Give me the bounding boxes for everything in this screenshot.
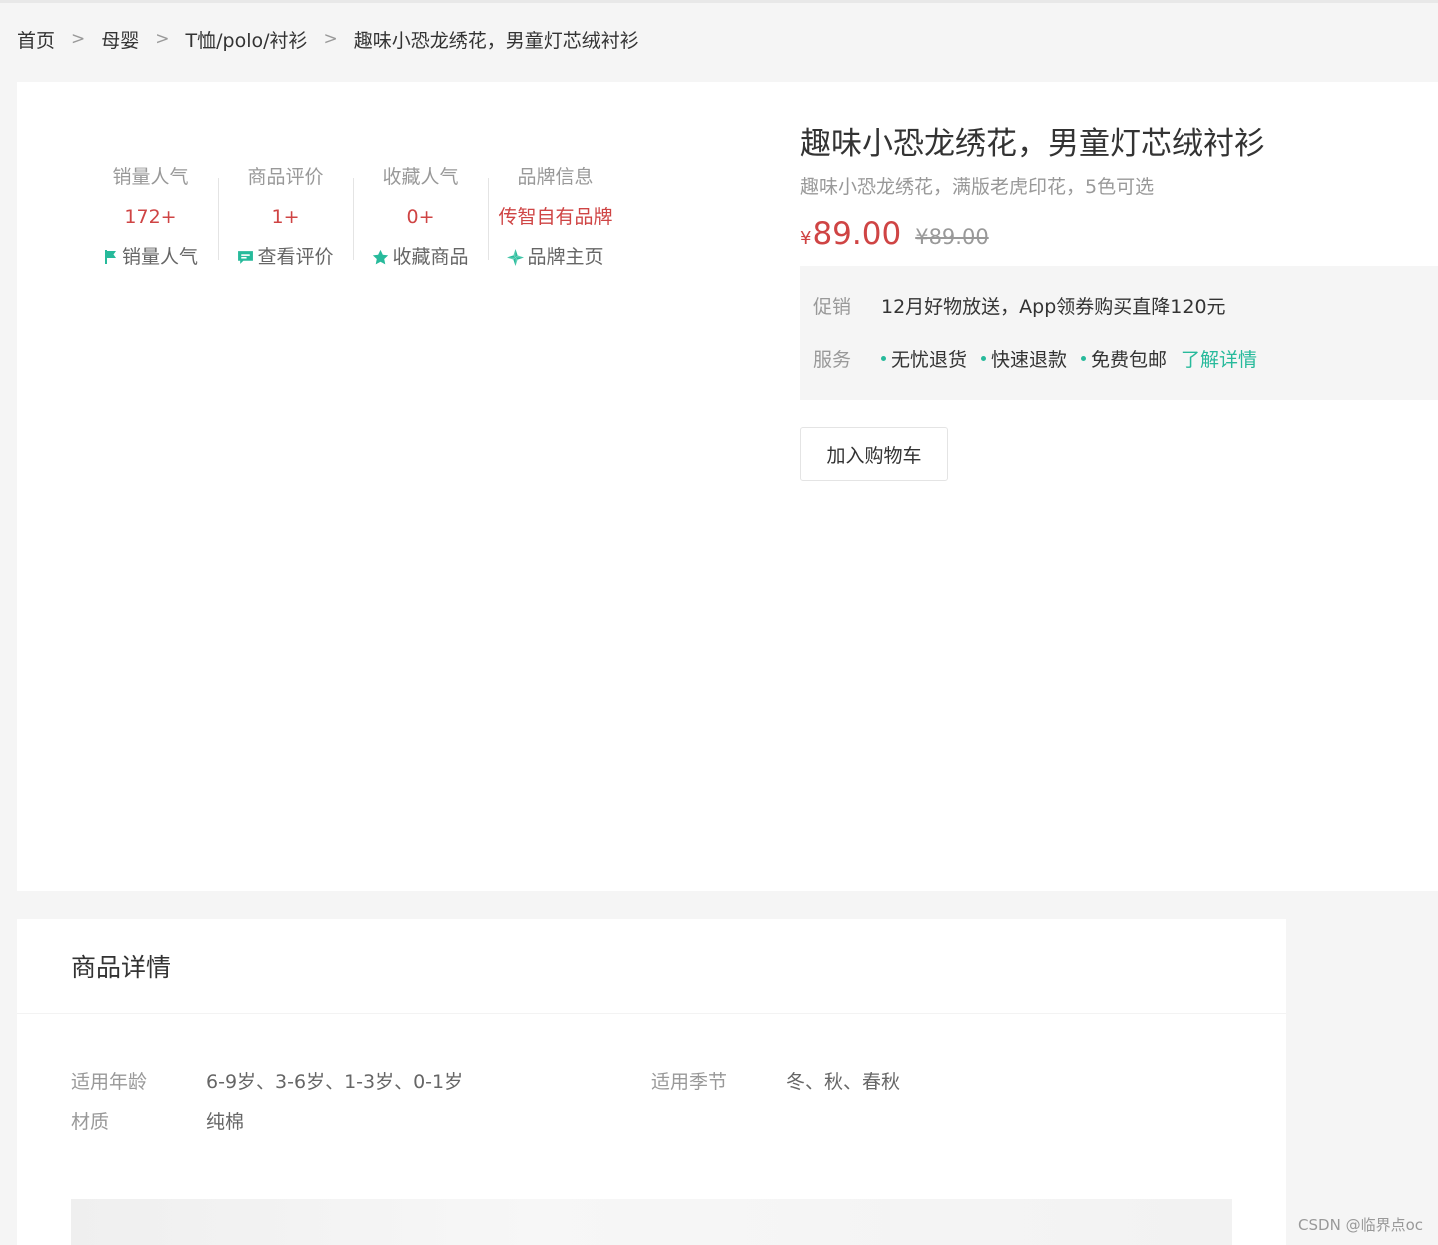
detail-title: 商品详情 [17, 919, 1286, 1014]
attr-name: 材质 [71, 1111, 110, 1133]
stat-value: 1+ [271, 206, 300, 228]
bullet-icon [981, 356, 987, 361]
goods-detail-panel: 商品详情 适用年龄 6-9岁、3-6岁、1-3岁、0-1岁 适用季节 冬、秋、春… [17, 919, 1286, 1245]
stat-link-label: 品牌主页 [527, 246, 604, 268]
stat-value: 传智自有品牌 [498, 206, 613, 228]
attr-value: 6-9岁、3-6岁、1-3岁、0-1岁 [206, 1071, 464, 1093]
promotion-row: 促销 12月好物放送，App领券购买直降120元 [813, 292, 1226, 319]
brand-icon [507, 248, 525, 266]
breadcrumb-category[interactable]: 母婴 [101, 26, 139, 53]
product-description: 趣味小恐龙绣花，满版老虎印花，5色可选 [800, 176, 1155, 198]
price-row: ¥89.00 ¥89.00 [800, 216, 1438, 252]
attr-name: 适用年龄 [71, 1071, 148, 1093]
stat-link-label: 销量人气 [121, 246, 198, 268]
breadcrumb-separator: > [323, 29, 338, 49]
promotion-box: 促销 12月好物放送，App领券购买直降120元 服务 无忧退货 快速退款 免费… [800, 266, 1438, 400]
goods-stats: 销量人气 172+ 销量人气 商品评价 1+ 查看评价 收藏人气 0+ 收藏商品… [83, 164, 623, 270]
attr-row: 适用年龄 6-9岁、3-6岁、1-3岁、0-1岁 [71, 1067, 463, 1094]
service-row: 服务 无忧退货 快速退款 免费包邮 了解详情 [813, 345, 1257, 372]
promotion-text: 12月好物放送，App领券购买直降120元 [881, 296, 1226, 318]
current-price: ¥89.00 [800, 216, 901, 252]
attr-row: 材质 纯棉 [71, 1107, 244, 1134]
service-item: 无忧退货 [881, 345, 967, 372]
stat-label: 品牌信息 [517, 166, 594, 188]
attr-value: 纯棉 [206, 1111, 245, 1133]
breadcrumb-current: 趣味小恐龙绣花，男童灯芯绒衬衫 [353, 29, 639, 52]
service-item: 免费包邮 [1081, 345, 1167, 372]
promotion-label: 促销 [813, 296, 852, 318]
stat-label: 收藏人气 [382, 166, 459, 188]
attr-name: 适用季节 [651, 1071, 728, 1093]
breadcrumb-home[interactable]: 首页 [17, 26, 55, 53]
attr-row: 适用季节 冬、秋、春秋 [651, 1067, 900, 1094]
service-item-label: 无忧退货 [891, 349, 968, 371]
stat-link-brand[interactable]: 品牌主页 [488, 244, 623, 270]
stat-brand: 品牌信息 传智自有品牌 品牌主页 [488, 164, 623, 270]
flag-icon [104, 250, 116, 264]
stat-value: 172+ [124, 206, 177, 228]
comment-icon [238, 250, 254, 264]
product-title: 趣味小恐龙绣花，男童灯芯绒衬衫 [800, 126, 1265, 162]
original-price: ¥89.00 [915, 225, 989, 249]
star-icon [373, 249, 389, 264]
stat-favorites: 收藏人气 0+ 收藏商品 [353, 164, 488, 270]
service-label: 服务 [813, 349, 852, 371]
service-item: 快速退款 [981, 345, 1067, 372]
stat-link-label: 查看评价 [257, 246, 334, 268]
stat-link-sales[interactable]: 销量人气 [83, 244, 218, 270]
currency-symbol: ¥ [800, 228, 812, 249]
goods-info-panel: 销量人气 172+ 销量人气 商品评价 1+ 查看评价 收藏人气 0+ 收藏商品… [17, 82, 1438, 891]
bullet-icon [1081, 356, 1087, 361]
stat-link-favorite[interactable]: 收藏商品 [353, 244, 488, 270]
stat-sales: 销量人气 172+ 销量人气 [83, 164, 218, 270]
product-info: 趣味小恐龙绣花，男童灯芯绒衬衫 趣味小恐龙绣花，满版老虎印花，5色可选 ¥89.… [800, 122, 1438, 481]
bullet-icon [881, 356, 886, 361]
service-item-label: 免费包邮 [1091, 349, 1168, 371]
stat-value: 0+ [406, 206, 435, 228]
stat-link-label: 收藏商品 [392, 246, 469, 268]
breadcrumb-separator: > [155, 29, 170, 49]
add-to-cart-button[interactable]: 加入购物车 [800, 427, 948, 481]
stat-link-reviews[interactable]: 查看评价 [218, 244, 353, 270]
breadcrumb-subcategory[interactable]: T恤/polo/衬衫 [186, 26, 308, 53]
detail-image [71, 1199, 1232, 1245]
service-item-label: 快速退款 [991, 349, 1068, 371]
price-value: 89.00 [812, 216, 902, 252]
breadcrumb: 首页 > 母婴 > T恤/polo/衬衫 > 趣味小恐龙绣花，男童灯芯绒衬衫 [17, 24, 639, 54]
stat-reviews: 商品评价 1+ 查看评价 [218, 164, 353, 270]
top-border [0, 0, 1438, 3]
service-details-link[interactable]: 了解详情 [1181, 345, 1257, 372]
attr-value: 冬、秋、春秋 [786, 1071, 901, 1093]
stat-label: 商品评价 [247, 166, 324, 188]
stat-label: 销量人气 [112, 166, 189, 188]
breadcrumb-separator: > [71, 29, 86, 49]
watermark: CSDN @临界点oc [1298, 1216, 1423, 1234]
